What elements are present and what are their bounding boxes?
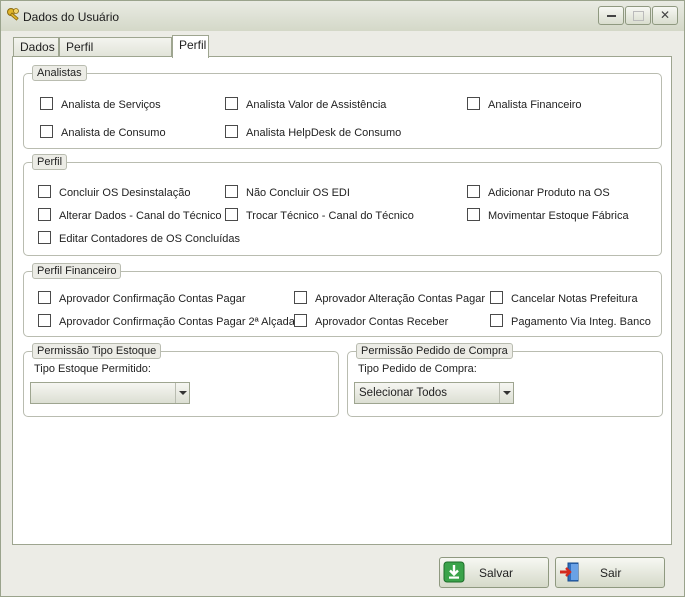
checkbox-box[interactable] (225, 97, 238, 110)
checkbox-cancelar-notas-prefeitura[interactable]: Cancelar Notas Prefeitura (490, 291, 638, 306)
checkbox-analista-helpdesk-consumo[interactable]: Analista HelpDesk de Consumo (225, 125, 401, 140)
tab-panel-perfil: Analistas Analista de Serviços Analista … (12, 56, 672, 545)
title-bar[interactable]: Dados do Usuário ✕ (1, 1, 684, 31)
checkbox-trocar-tecnico-canal-tecnico[interactable]: Trocar Técnico - Canal do Técnico (225, 208, 414, 223)
checkbox-box[interactable] (490, 291, 503, 304)
checkbox-box[interactable] (38, 208, 51, 221)
minimize-button[interactable] (598, 6, 624, 25)
tipo-estoque-label: Tipo Estoque Permitido: (34, 363, 151, 375)
checkbox-nao-concluir-os-edi[interactable]: Não Concluir OS EDI (225, 185, 350, 200)
checkbox-alterar-dados-canal-tecnico[interactable]: Alterar Dados - Canal do Técnico (38, 208, 221, 223)
exit-label: Sair (600, 566, 622, 580)
checkbox-analista-financeiro[interactable]: Analista Financeiro (467, 97, 582, 112)
checkbox-label: Adicionar Produto na OS (488, 187, 610, 199)
maximize-button (625, 6, 651, 25)
checkbox-label: Cancelar Notas Prefeitura (511, 293, 638, 305)
exit-door-icon (560, 562, 579, 582)
checkbox-label: Concluir OS Desinstalação (59, 187, 191, 199)
checkbox-box[interactable] (467, 185, 480, 198)
close-icon: ✕ (659, 8, 671, 22)
checkbox-aprovador-confirmacao-contas-pagar[interactable]: Aprovador Confirmação Contas Pagar (38, 291, 245, 306)
checkbox-label: Aprovador Confirmação Contas Pagar 2ª Al… (59, 316, 295, 328)
checkbox-adicionar-produto-os[interactable]: Adicionar Produto na OS (467, 185, 610, 200)
checkbox-label: Aprovador Confirmação Contas Pagar (59, 293, 246, 305)
permissao-pedido-compra-legend: Permissão Pedido de Compra (356, 343, 513, 359)
checkbox-aprovador-contas-receber[interactable]: Aprovador Contas Receber (294, 314, 448, 329)
keys-app-icon (7, 8, 19, 21)
checkbox-label: Pagamento Via Integ. Banco (511, 316, 651, 328)
user-data-window: Dados do Usuário ✕ Dados Perfil Administ… (0, 0, 685, 597)
download-arrow-icon (443, 561, 465, 583)
checkbox-label: Aprovador Alteração Contas Pagar (315, 293, 485, 305)
analistas-legend: Analistas (32, 65, 87, 81)
checkbox-analista-consumo[interactable]: Analista de Consumo (40, 125, 166, 140)
perfil-financeiro-group: Perfil Financeiro Aprovador Confirmação … (23, 263, 662, 337)
save-label: Salvar (479, 566, 514, 580)
permissao-tipo-estoque-group: Permissão Tipo Estoque Tipo Estoque Perm… (23, 343, 339, 417)
checkbox-label: Analista Valor de Assistência (246, 99, 387, 111)
checkbox-label: Editar Contadores de OS Concluídas (59, 233, 240, 245)
tab-dados[interactable]: Dados (13, 37, 59, 57)
tipo-pedido-compra-select[interactable]: Selecionar Todos (354, 382, 514, 404)
perfil-financeiro-legend: Perfil Financeiro (32, 263, 122, 279)
checkbox-box[interactable] (294, 314, 307, 327)
window-title: Dados do Usuário (23, 10, 120, 24)
permissao-pedido-compra-group: Permissão Pedido de Compra Tipo Pedido d… (347, 343, 663, 417)
checkbox-box[interactable] (225, 125, 238, 138)
checkbox-aprovador-confirmacao-2-alcada[interactable]: Aprovador Confirmação Contas Pagar 2ª Al… (38, 314, 295, 329)
checkbox-box[interactable] (294, 291, 307, 304)
checkbox-label: Analista Financeiro (488, 99, 582, 111)
checkbox-label: Alterar Dados - Canal do Técnico (59, 210, 222, 222)
checkbox-box[interactable] (38, 185, 51, 198)
chevron-down-icon[interactable] (175, 383, 189, 403)
chevron-down-icon[interactable] (499, 383, 513, 403)
checkbox-label: Analista HelpDesk de Consumo (246, 127, 402, 139)
checkbox-label: Não Concluir OS EDI (246, 187, 350, 199)
maximize-icon (632, 10, 644, 21)
save-button[interactable]: Salvar (439, 557, 549, 588)
checkbox-label: Analista de Serviços (61, 99, 161, 111)
checkbox-label: Movimentar Estoque Fábrica (488, 210, 629, 222)
checkbox-editar-contadores-os-concluidas[interactable]: Editar Contadores de OS Concluídas (38, 231, 240, 246)
checkbox-box[interactable] (467, 97, 480, 110)
tab-perfil[interactable]: Perfil (172, 35, 209, 58)
tipo-estoque-select[interactable] (30, 382, 190, 404)
minimize-icon (606, 14, 616, 17)
checkbox-pagamento-via-integ-banco[interactable]: Pagamento Via Integ. Banco (490, 314, 651, 329)
checkbox-box[interactable] (225, 208, 238, 221)
analistas-group: Analistas Analista de Serviços Analista … (23, 65, 662, 149)
checkbox-box[interactable] (38, 231, 51, 244)
checkbox-box[interactable] (38, 291, 51, 304)
checkbox-box[interactable] (467, 208, 480, 221)
checkbox-label: Analista de Consumo (61, 127, 166, 139)
checkbox-box[interactable] (38, 314, 51, 327)
checkbox-label: Aprovador Contas Receber (315, 316, 449, 328)
checkbox-aprovador-alteracao-contas-pagar[interactable]: Aprovador Alteração Contas Pagar (294, 291, 485, 306)
permissao-tipo-estoque-legend: Permissão Tipo Estoque (32, 343, 162, 359)
checkbox-concluir-os-desinstalacao[interactable]: Concluir OS Desinstalação (38, 185, 190, 200)
tipo-pedido-compra-value: Selecionar Todos (359, 387, 448, 399)
checkbox-box[interactable] (40, 97, 53, 110)
checkbox-box[interactable] (225, 185, 238, 198)
checkbox-box[interactable] (40, 125, 53, 138)
checkbox-movimentar-estoque-fabrica[interactable]: Movimentar Estoque Fábrica (467, 208, 629, 223)
perfil-group: Perfil Concluir OS Desinstalação Não Con… (23, 154, 662, 256)
checkbox-analista-servicos[interactable]: Analista de Serviços (40, 97, 161, 112)
checkbox-analista-valor-assistencia[interactable]: Analista Valor de Assistência (225, 97, 386, 112)
tab-perfil-administrativo[interactable]: Perfil Administrativo (59, 37, 172, 73)
tipo-pedido-compra-label: Tipo Pedido de Compra: (358, 363, 477, 375)
close-button[interactable]: ✕ (652, 6, 678, 25)
checkbox-label: Trocar Técnico - Canal do Técnico (246, 210, 414, 222)
checkbox-box[interactable] (490, 314, 503, 327)
perfil-legend: Perfil (32, 154, 68, 170)
exit-button[interactable]: Sair (555, 557, 665, 588)
